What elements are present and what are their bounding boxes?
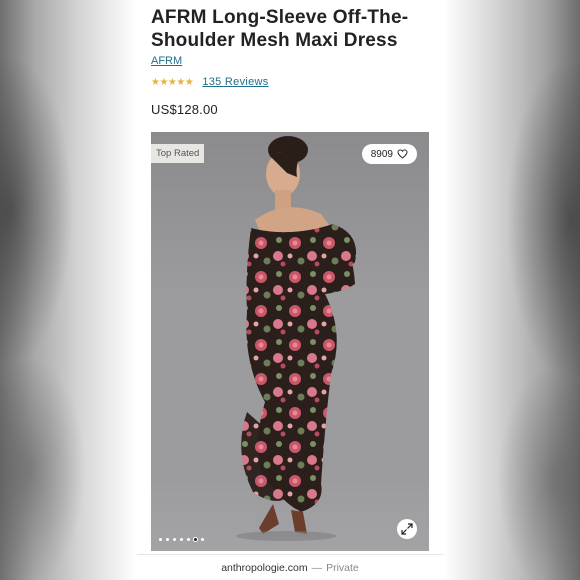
favorite-count: 8909 xyxy=(370,148,393,160)
product-title: AFRM Long-Sleeve Off-The-Shoulder Mesh M… xyxy=(151,7,409,51)
reviews-link[interactable]: 135 Reviews xyxy=(202,76,268,88)
top-rated-badge: Top Rated xyxy=(151,144,205,163)
carousel-dot[interactable] xyxy=(187,538,190,541)
domain-label: anthropologie.com xyxy=(221,561,308,574)
carousel-dot[interactable] xyxy=(166,538,169,541)
browser-footer: anthropologie.com — Private xyxy=(137,554,443,580)
product-page: AFRM Long-Sleeve Off-The-Shoulder Mesh M… xyxy=(137,0,443,580)
carousel-dot[interactable] xyxy=(194,538,197,541)
zoom-button[interactable] xyxy=(397,519,417,539)
price: US$128.00 xyxy=(151,102,218,117)
footer-separator: — xyxy=(311,561,323,574)
favorite-button[interactable]: 8909 xyxy=(361,144,417,164)
carousel-dots xyxy=(159,538,204,541)
carousel-dot[interactable] xyxy=(201,538,204,541)
privacy-label: Private xyxy=(326,561,359,574)
product-image[interactable]: Top Rated 8909 xyxy=(151,132,429,551)
model-photo-illustration xyxy=(236,136,357,541)
star-rating-icon: ★★★★★ xyxy=(151,76,194,88)
carousel-dot[interactable] xyxy=(173,538,176,541)
heart-icon xyxy=(397,149,408,159)
expand-icon xyxy=(401,523,413,535)
carousel-dot[interactable] xyxy=(180,538,183,541)
brand-link[interactable]: AFRM xyxy=(151,55,182,67)
rating-row: ★★★★★ 135 Reviews xyxy=(151,76,269,88)
carousel-dot[interactable] xyxy=(159,538,162,541)
